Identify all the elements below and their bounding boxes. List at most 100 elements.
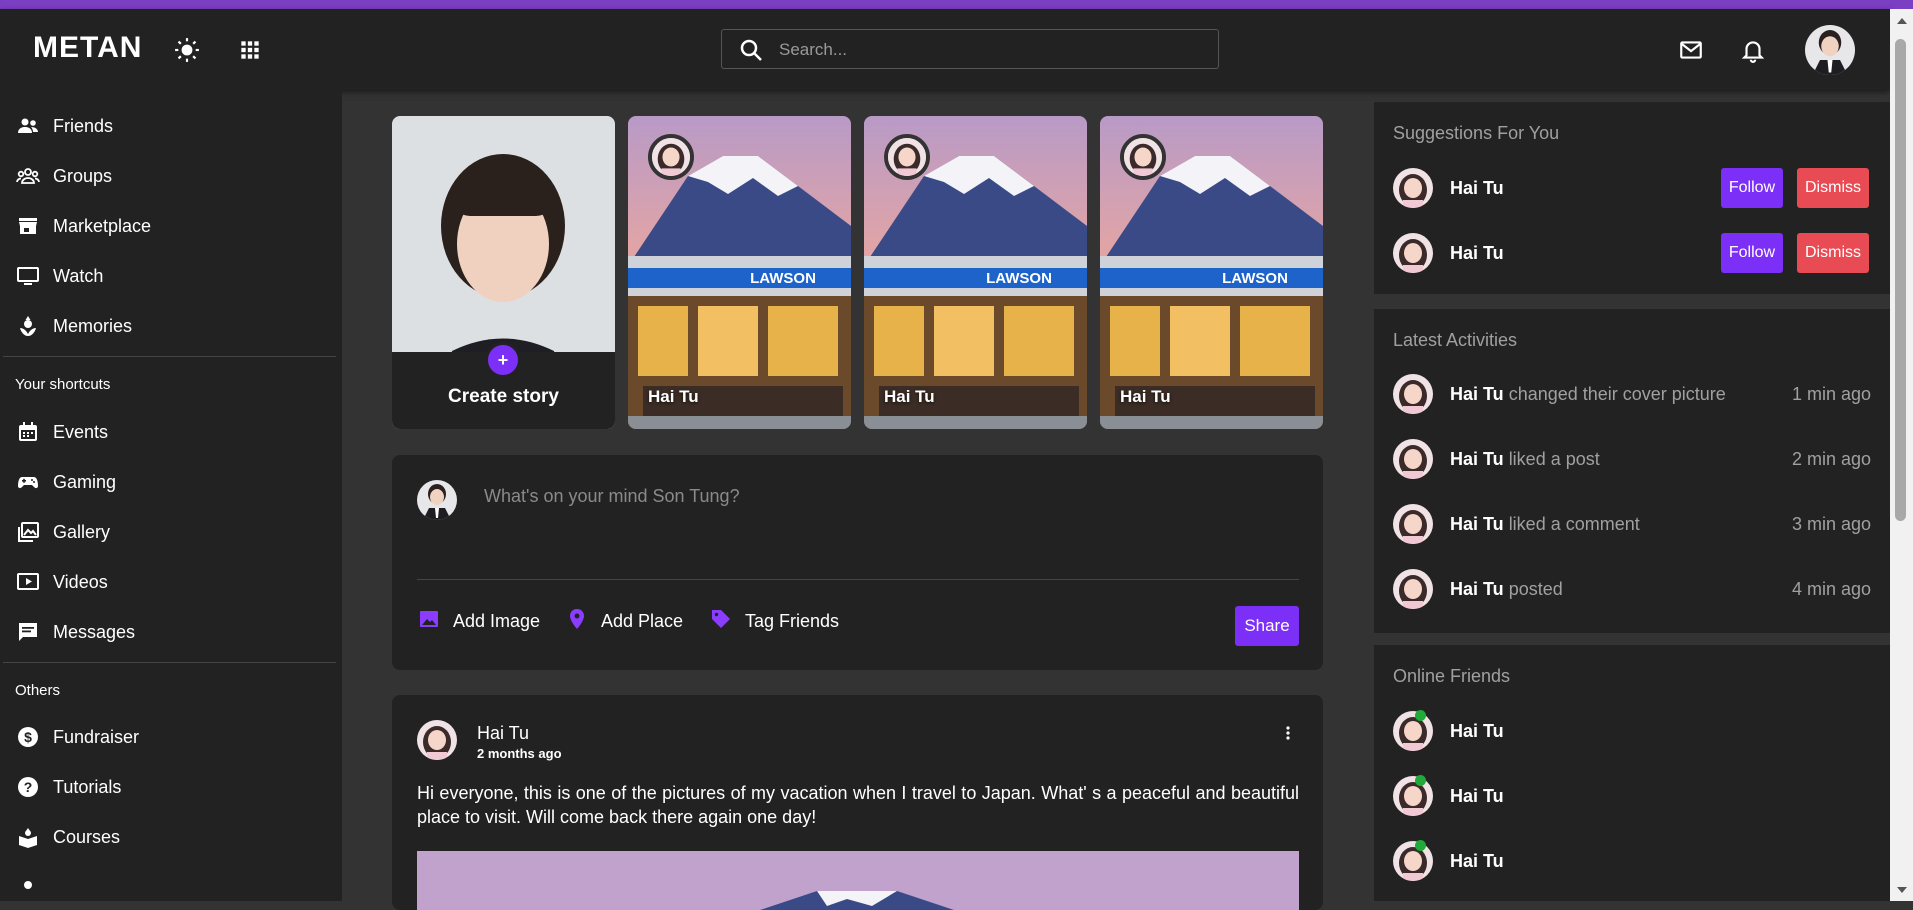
activity-time: 1 min ago (1791, 384, 1871, 404)
sidebar-item-watch[interactable]: Watch (15, 259, 103, 293)
post-author-name[interactable]: Hai Tu (477, 723, 529, 744)
top-accent-stripe (0, 0, 1913, 9)
sun-icon[interactable] (174, 37, 200, 63)
store-icon (15, 213, 41, 239)
create-story-label: Create story (448, 386, 559, 407)
sidebar-item-courses[interactable]: Courses (15, 820, 120, 854)
top-navbar: METAN (0, 9, 1890, 90)
help-icon: ? (15, 774, 41, 800)
sidebar-item-gallery[interactable]: Gallery (15, 515, 110, 549)
sidebar-item-groups[interactable]: Groups (15, 159, 112, 193)
activity-text: posted (1508, 579, 1563, 599)
online-friend-name[interactable]: Hai Tu (1450, 786, 1504, 807)
add-place-button[interactable]: Add Place (565, 607, 683, 636)
activity-item: Hai Tu changed their cover picture (1450, 384, 1726, 405)
scrollbar-thumb[interactable] (1895, 39, 1906, 521)
left-sidebar: Friends Groups Marketplace Watch Memorie… (0, 90, 342, 901)
location-pin-icon (565, 607, 589, 636)
calendar-icon (15, 419, 41, 445)
activity-user[interactable]: Hai Tu (1450, 514, 1504, 534)
suggestion-name[interactable]: Hai Tu (1450, 178, 1504, 199)
monitor-icon (15, 263, 41, 289)
search-bar (721, 29, 1219, 69)
latest-activities-panel: Latest Activities Hai Tu changed their c… (1374, 309, 1890, 633)
follow-button[interactable]: Follow (1721, 168, 1783, 208)
online-friend-name[interactable]: Hai Tu (1450, 721, 1504, 742)
sidebar-item-label: Watch (53, 265, 104, 286)
add-image-label: Add Image (453, 611, 541, 631)
page-scrollbar[interactable] (1890, 9, 1913, 901)
avatar (1393, 233, 1433, 273)
sidebar-heading-others: Others (15, 682, 61, 699)
sidebar-item-memories[interactable]: Memories (15, 309, 132, 343)
activity-user[interactable]: Hai Tu (1450, 449, 1504, 469)
courses-icon (15, 824, 41, 850)
sidebar-item-events[interactable]: Events (15, 415, 108, 449)
scroll-down-icon[interactable] (1897, 887, 1907, 893)
avatar (1393, 374, 1433, 414)
apps-grid-icon[interactable] (237, 37, 263, 63)
create-story-card[interactable]: + Create story (392, 116, 615, 429)
add-place-label: Add Place (601, 611, 684, 631)
activity-text: liked a comment (1508, 514, 1640, 534)
sidebar-item-label: Fundraiser (53, 726, 140, 747)
sidebar-item-tutorials[interactable]: ? Tutorials (15, 770, 121, 804)
more-options-icon[interactable] (1285, 725, 1293, 746)
sidebar-item-label: Tutorials (53, 776, 122, 797)
plus-icon[interactable]: + (485, 342, 521, 378)
online-friends-title: Online Friends (1393, 666, 1511, 686)
sidebar-item-videos[interactable]: Videos (15, 565, 108, 599)
bell-icon[interactable] (1740, 37, 1766, 63)
sidebar-item-more[interactable] (15, 870, 53, 901)
story-card[interactable]: Hai Tu (628, 116, 851, 429)
suggestions-title: Suggestions For You (1393, 123, 1560, 143)
composer-divider (417, 579, 1299, 580)
tag-friends-button[interactable]: Tag Friends (709, 607, 839, 636)
post-input[interactable] (482, 485, 1086, 508)
dismiss-button[interactable]: Dismiss (1797, 233, 1869, 273)
activity-time: 4 min ago (1791, 579, 1871, 599)
avatar (1393, 504, 1433, 544)
dollar-icon: $ (15, 724, 41, 750)
add-image-button[interactable]: Add Image (417, 607, 540, 636)
activity-item: Hai Tu liked a post (1450, 449, 1600, 470)
story-card[interactable]: Hai Tu (864, 116, 1087, 429)
dismiss-button[interactable]: Dismiss (1797, 168, 1869, 208)
sidebar-item-messages[interactable]: Messages (15, 615, 135, 649)
activity-text: changed their cover picture (1508, 384, 1726, 404)
sidebar-item-gaming[interactable]: Gaming (15, 465, 116, 499)
suggestions-panel: Suggestions For You Hai Tu Follow Dismis… (1374, 102, 1890, 294)
app-logo[interactable]: METAN (33, 31, 142, 65)
sidebar-item-friends[interactable]: Friends (15, 109, 113, 143)
user-avatar[interactable] (1805, 25, 1855, 75)
post-image[interactable] (417, 851, 1299, 910)
story-card[interactable]: Hai Tu (1100, 116, 1323, 429)
share-button[interactable]: Share (1235, 606, 1299, 646)
suggestion-name[interactable]: Hai Tu (1450, 243, 1504, 264)
svg-text:$: $ (24, 729, 32, 745)
video-icon (15, 569, 41, 595)
search-input[interactable] (777, 36, 1201, 64)
avatar (1393, 841, 1433, 881)
avatar (417, 480, 457, 520)
activities-title: Latest Activities (1393, 330, 1518, 350)
sidebar-item-label: Videos (53, 571, 108, 592)
sidebar-item-label: Events (53, 421, 109, 442)
sidebar-item-marketplace[interactable]: Marketplace (15, 209, 151, 243)
avatar (1393, 776, 1433, 816)
online-friend-name[interactable]: Hai Tu (1450, 851, 1504, 872)
sidebar-divider (3, 662, 336, 663)
activity-user[interactable]: Hai Tu (1450, 384, 1504, 404)
activity-user[interactable]: Hai Tu (1450, 579, 1504, 599)
svg-text:?: ? (24, 779, 33, 795)
sidebar-item-fundraiser[interactable]: $ Fundraiser (15, 720, 139, 754)
post-text: Hi everyone, this is one of the pictures… (417, 783, 1299, 827)
activity-item: Hai Tu posted (1450, 579, 1563, 600)
activity-time: 2 min ago (1791, 449, 1871, 469)
mail-icon[interactable] (1678, 37, 1704, 63)
sidebar-item-label: Messages (53, 621, 136, 642)
scroll-up-icon[interactable] (1897, 18, 1907, 24)
activity-text: liked a post (1508, 449, 1600, 469)
follow-button[interactable]: Follow (1721, 233, 1783, 273)
sidebar-item-label: Courses (53, 826, 121, 847)
